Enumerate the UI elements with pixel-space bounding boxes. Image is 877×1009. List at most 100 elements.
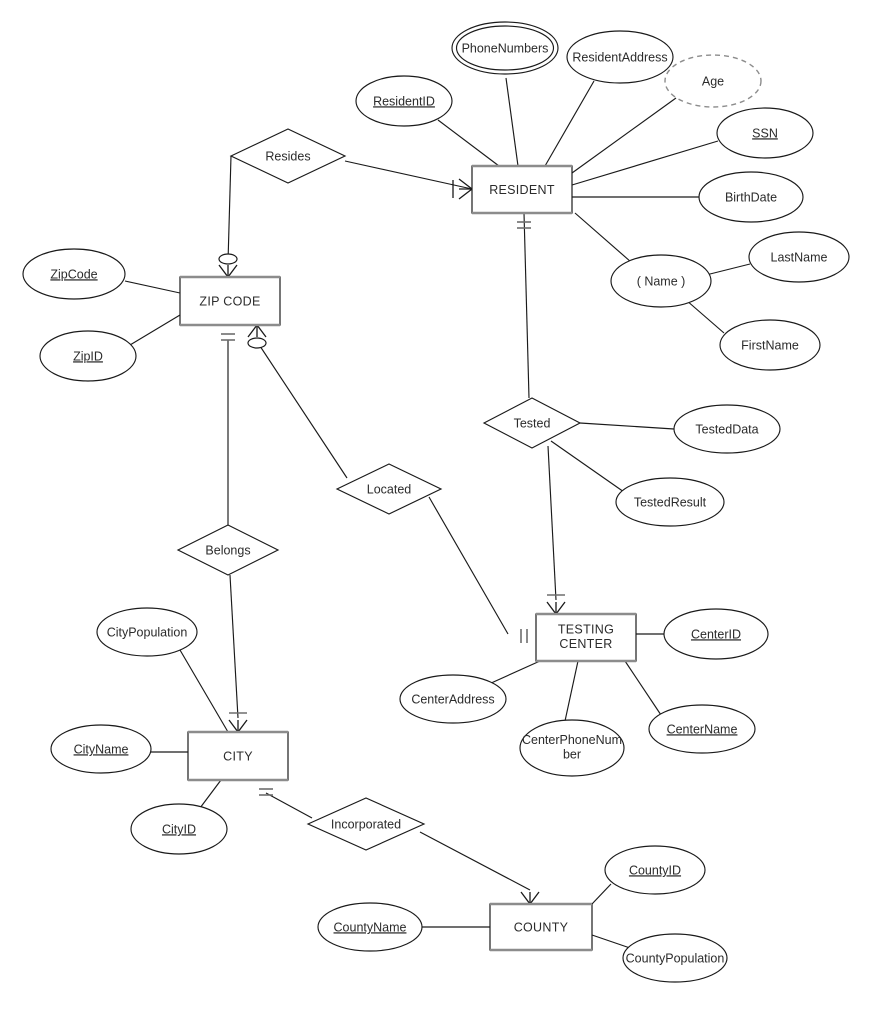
connector-centerphonenumber-to-testing <box>564 660 579 722</box>
attribute-label: BirthDate <box>725 190 777 204</box>
connector-incorporated-to-city <box>265 792 313 819</box>
attribute-centername-key[interactable]: CenterName <box>648 704 756 754</box>
relationship-label: Tested <box>514 416 551 430</box>
attribute-label: CenterID <box>691 627 741 641</box>
relationship-label: Belongs <box>205 543 250 557</box>
relationship-label: Resides <box>265 149 310 163</box>
attribute-label: PhoneNumbers <box>462 41 549 55</box>
connector-tested-to-testing <box>547 445 557 601</box>
attribute-label: CountyName <box>334 920 407 934</box>
cardinality-one-and-only-one-city <box>259 788 273 796</box>
attribute-label: CityPopulation <box>107 625 188 639</box>
attribute-citypopulation[interactable]: CityPopulation <box>96 607 198 657</box>
entity-label: TESTING CENTER <box>558 623 614 651</box>
attribute-residentaddress[interactable]: ResidentAddress <box>566 30 674 84</box>
entity-label: COUNTY <box>514 920 569 934</box>
entity-label: ZIP CODE <box>199 294 260 308</box>
connector-incorporated-to-county <box>419 831 531 891</box>
cardinality-one-and-only-one-zipcode <box>221 333 235 341</box>
relationship-located[interactable]: Located <box>335 463 443 515</box>
er-diagram-svg: ResidentID PhoneNumbers ResidentAddress Age… <box>22 21 850 983</box>
attribute-label: CityID <box>162 822 196 836</box>
cardinality-zero-or-many-zipcode <box>218 253 238 279</box>
connector-centeraddress-to-testing <box>488 660 541 685</box>
attribute-lastname[interactable]: LastName <box>748 231 850 283</box>
attribute-label: ZipID <box>73 349 103 363</box>
attribute-zipid-key[interactable]: ZipID <box>39 330 137 382</box>
connector-testeddata-to-tested <box>579 422 675 430</box>
attribute-label: ( Name ) <box>637 274 686 288</box>
attribute-age[interactable]: Age <box>664 54 762 108</box>
attribute-label: FirstName <box>741 338 799 352</box>
connector-lastname-to-name <box>705 263 751 276</box>
cardinality-zero-or-many-zipcode <box>247 323 267 349</box>
attribute-label: CityName <box>74 742 129 756</box>
cardinality-many-county <box>520 891 540 906</box>
attribute-centerphonenumber[interactable]: CenterPhoneNum ber <box>519 719 625 777</box>
entity-county[interactable]: COUNTY <box>489 902 593 952</box>
attribute-countypopulation[interactable]: CountyPopulation <box>622 933 728 983</box>
connector-citypopulation-to-city <box>179 649 229 733</box>
relationship-belongs[interactable]: Belongs <box>176 524 280 576</box>
entity-zipcode[interactable]: ZIP CODE <box>179 275 281 327</box>
connector-located-to-zipcode <box>255 339 348 479</box>
attribute-zipcodeattr-key[interactable]: ZipCode <box>22 248 126 300</box>
connector-firstname-to-name <box>685 299 725 334</box>
entity-label: CITY <box>223 749 253 763</box>
attribute-label: CenterName <box>667 722 738 736</box>
connector-cityid-to-city <box>199 779 222 809</box>
connector-phonenumbers-to-resident <box>505 77 519 167</box>
attribute-label: CenterAddress <box>411 692 494 706</box>
attribute-label: ZipCode <box>50 267 97 281</box>
attribute-residentid-key[interactable]: ResidentID <box>355 75 453 127</box>
relationship-incorporated[interactable]: Incorporated <box>306 797 426 851</box>
attribute-firstname[interactable]: FirstName <box>719 319 821 371</box>
attribute-birthdate[interactable]: BirthDate <box>698 171 804 223</box>
attribute-label: TestedData <box>695 422 758 436</box>
attribute-label: CountyPopulation <box>626 951 725 965</box>
connector-tested-to-resident <box>523 212 530 399</box>
attribute-label: SSN <box>752 126 778 140</box>
attribute-centeraddress[interactable]: CenterAddress <box>399 674 507 724</box>
attribute-label: ResidentID <box>373 94 435 108</box>
cardinality-one-and-only-one-testing <box>520 629 528 643</box>
cardinality-one-to-many-crow-resident <box>452 178 474 200</box>
connector-resides-to-zipcode <box>227 155 232 263</box>
attribute-countyname-key[interactable]: CountyName <box>317 902 423 952</box>
relationship-label: Incorporated <box>331 817 401 831</box>
connector-age-to-resident <box>571 97 677 174</box>
attribute-centerid-key[interactable]: CenterID <box>663 608 769 660</box>
connector-centername-to-testing <box>624 660 662 716</box>
connector-countyid-to-county <box>591 883 612 905</box>
attribute-label: LastName <box>771 250 828 264</box>
connector-ssn-to-resident <box>571 140 719 186</box>
attribute-name[interactable]: ( Name ) <box>610 254 712 308</box>
entity-city[interactable]: CITY <box>187 730 289 782</box>
connector-zipcodeattr-to-zipcode <box>124 280 181 294</box>
relationship-label: Located <box>367 482 412 496</box>
er-diagram-canvas: ResidentID PhoneNumbers ResidentAddress Age… <box>0 0 877 1009</box>
connector-located-to-testing <box>428 496 509 635</box>
entity-testing[interactable]: TESTING CENTER <box>535 612 637 663</box>
attribute-label: TestedResult <box>634 495 707 509</box>
attribute-label: CountyID <box>629 863 681 877</box>
attribute-cityid-key[interactable]: CityID <box>130 803 228 855</box>
attribute-cityname-key[interactable]: CityName <box>50 724 152 774</box>
attribute-phonenumbers[interactable]: PhoneNumbers <box>451 21 559 75</box>
connector-zipid-to-zipcode <box>129 314 181 346</box>
attribute-countyid-key[interactable]: CountyID <box>604 845 706 895</box>
attribute-testedresult[interactable]: TestedResult <box>615 477 725 527</box>
attribute-layer: ResidentID PhoneNumbers ResidentAddress Age… <box>22 21 850 983</box>
connector-belongs-to-city <box>229 574 239 719</box>
connector-residentaddress-to-resident <box>544 80 595 167</box>
attribute-label: Age <box>702 74 724 88</box>
relationship-tested[interactable]: Tested <box>482 397 582 449</box>
attribute-testeddata[interactable]: TestedData <box>673 404 781 454</box>
connector-testedresult-to-tested <box>550 440 625 493</box>
entity-label: RESIDENT <box>489 183 555 197</box>
connector-residentid-to-resident <box>437 119 500 167</box>
attribute-label: ResidentAddress <box>572 50 667 64</box>
relationship-resides[interactable]: Resides <box>229 128 347 184</box>
attribute-ssn-key[interactable]: SSN <box>716 107 814 159</box>
entity-resident[interactable]: RESIDENT <box>471 164 573 215</box>
